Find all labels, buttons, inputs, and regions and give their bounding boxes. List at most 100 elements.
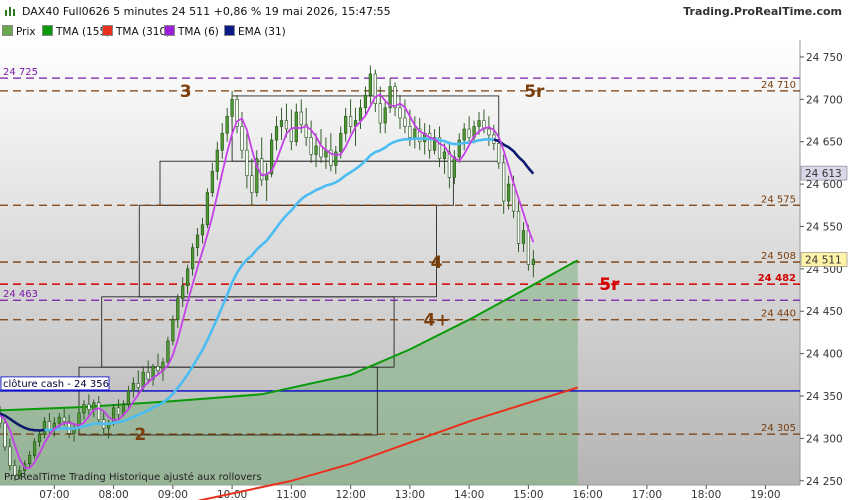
candle bbox=[205, 192, 210, 226]
y-tick-label: 24 750 bbox=[806, 52, 843, 64]
y-tick-label: 24 600 bbox=[806, 179, 843, 191]
candle bbox=[230, 99, 234, 117]
candle bbox=[462, 128, 466, 141]
candle bbox=[507, 183, 511, 202]
candle bbox=[383, 107, 387, 124]
candle bbox=[190, 247, 195, 270]
candle bbox=[398, 107, 402, 119]
x-tick-label: 19:00 bbox=[750, 489, 780, 500]
candle bbox=[136, 382, 140, 388]
candle bbox=[477, 120, 481, 127]
price-chart[interactable]: 24 25024 30024 35024 40024 45024 50024 5… bbox=[0, 0, 850, 500]
candle bbox=[42, 421, 47, 435]
candle bbox=[487, 128, 491, 136]
candle bbox=[37, 433, 42, 443]
y-tick-label: 24 450 bbox=[806, 306, 843, 318]
candle bbox=[526, 230, 530, 265]
candle bbox=[146, 371, 150, 380]
candle bbox=[245, 149, 249, 176]
candle bbox=[516, 210, 521, 244]
ema-price-tag: 24 613 bbox=[805, 168, 842, 180]
candle bbox=[378, 103, 382, 124]
y-tick-label: 24 550 bbox=[806, 221, 843, 233]
level-label: 24 508 bbox=[761, 251, 796, 262]
candle bbox=[3, 422, 7, 448]
candle bbox=[358, 107, 363, 121]
y-tick-label: 24 650 bbox=[806, 137, 843, 149]
y-tick-label: 24 400 bbox=[806, 349, 843, 361]
candle bbox=[97, 402, 101, 421]
last-price-tag: 24 511 bbox=[805, 255, 842, 267]
annotation-label: 5r bbox=[524, 82, 545, 102]
candle bbox=[344, 115, 348, 134]
candle bbox=[289, 128, 293, 143]
x-tick-label: 13:00 bbox=[395, 489, 425, 500]
candle bbox=[166, 340, 170, 363]
candle bbox=[274, 126, 279, 141]
candle bbox=[62, 416, 66, 422]
candle bbox=[92, 402, 96, 410]
x-tick-label: 15:00 bbox=[513, 489, 543, 500]
candle bbox=[195, 234, 200, 248]
candle bbox=[299, 111, 303, 126]
candle bbox=[442, 151, 447, 159]
y-tick-label: 24 700 bbox=[806, 94, 843, 106]
candle bbox=[279, 120, 284, 127]
level-label: 24 482 bbox=[758, 273, 796, 284]
candle bbox=[225, 115, 229, 134]
level-label: 24 305 bbox=[761, 423, 796, 434]
candle bbox=[116, 407, 121, 415]
candle bbox=[452, 156, 456, 178]
candle bbox=[502, 162, 506, 202]
candle bbox=[215, 149, 219, 172]
level-label: 24 575 bbox=[761, 194, 796, 205]
level-label: 24 463 bbox=[3, 289, 38, 300]
candle bbox=[131, 382, 135, 392]
x-tick-label: 11:00 bbox=[276, 489, 306, 500]
annotation-label: 3 bbox=[180, 82, 192, 102]
candle bbox=[368, 73, 372, 96]
candle bbox=[408, 126, 412, 138]
candle bbox=[240, 126, 244, 151]
cash-close-label: clôture cash - 24 356 bbox=[3, 378, 109, 390]
candle bbox=[87, 404, 91, 410]
candle bbox=[32, 441, 37, 456]
candle bbox=[8, 446, 12, 466]
y-tick-label: 24 250 bbox=[806, 476, 843, 488]
candle bbox=[363, 94, 368, 109]
candle bbox=[497, 143, 501, 164]
candle bbox=[181, 285, 185, 299]
x-tick-label: 08:00 bbox=[98, 489, 128, 500]
candle bbox=[210, 171, 214, 193]
candle bbox=[467, 128, 471, 138]
annotation-label: 4+ bbox=[424, 311, 450, 331]
candle bbox=[521, 230, 526, 244]
candle bbox=[531, 259, 535, 265]
y-tick-label: 24 350 bbox=[806, 391, 843, 403]
x-tick-label: 07:00 bbox=[39, 489, 69, 500]
candle bbox=[200, 224, 205, 236]
annotation-label: 5r bbox=[599, 275, 620, 295]
candle bbox=[156, 366, 160, 371]
candle bbox=[220, 132, 224, 151]
candle bbox=[186, 268, 190, 287]
level-label: 24 725 bbox=[3, 67, 38, 78]
footer-note: ProRealTime Trading Historique ajusté au… bbox=[4, 471, 262, 483]
candle bbox=[82, 404, 86, 414]
level-label: 24 710 bbox=[761, 80, 796, 91]
candle bbox=[413, 128, 417, 138]
candle bbox=[339, 132, 343, 153]
x-tick-label: 17:00 bbox=[632, 489, 662, 500]
annotation-label: 4 bbox=[431, 253, 443, 273]
candle bbox=[403, 117, 407, 127]
x-tick-label: 12:00 bbox=[335, 489, 365, 500]
annotation-label: 2 bbox=[134, 425, 146, 445]
candle bbox=[126, 390, 130, 405]
y-tick-label: 24 300 bbox=[806, 433, 843, 445]
candle bbox=[28, 455, 32, 465]
candle bbox=[349, 115, 353, 127]
candle bbox=[250, 175, 254, 193]
candle bbox=[447, 151, 451, 178]
candle bbox=[309, 137, 313, 155]
candle bbox=[57, 416, 61, 424]
